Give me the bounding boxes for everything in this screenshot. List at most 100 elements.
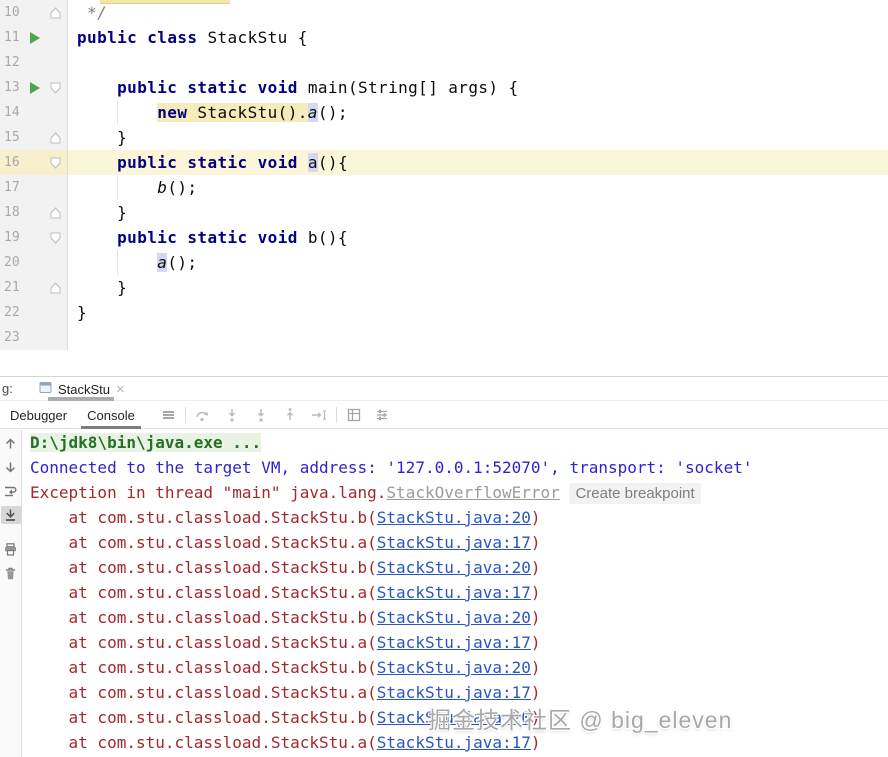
editor-gutter[interactable]: 20 <box>0 250 68 275</box>
editor-gutter[interactable]: 18 <box>0 200 68 225</box>
tool-window-label: g: <box>2 381 13 396</box>
fold-up-icon[interactable] <box>50 206 61 219</box>
error-text: ) <box>530 733 541 752</box>
step-into-icon[interactable] <box>223 406 241 424</box>
step-out-icon[interactable] <box>281 406 299 424</box>
fold-up-icon[interactable] <box>50 6 61 19</box>
menu-icon[interactable] <box>159 406 177 424</box>
editor-gutter[interactable]: 23 <box>0 325 68 350</box>
editor-gutter[interactable]: 17 <box>0 175 68 200</box>
layout-settings-icon[interactable] <box>373 406 391 424</box>
file-line-link[interactable]: StackStu.java:17 <box>377 533 531 552</box>
fold-down-icon[interactable] <box>50 82 61 94</box>
code-text[interactable] <box>68 325 888 350</box>
code-text[interactable]: } <box>68 200 888 225</box>
highlight-fragment <box>100 0 230 4</box>
code-text[interactable]: public static void a(){ <box>68 150 888 175</box>
close-icon[interactable]: × <box>116 382 125 397</box>
code-token: } <box>77 303 88 322</box>
code-line: 11 public class StackStu { <box>0 25 888 50</box>
code-text[interactable]: public static void main(String[] args) { <box>68 75 888 100</box>
line-number: 11 <box>4 30 20 45</box>
run-button[interactable] <box>30 81 40 94</box>
fold-down-icon[interactable] <box>50 157 61 169</box>
watermark: 掘金技术社区 @ big_eleven <box>428 707 733 733</box>
code-text[interactable]: new StackStu().a(); <box>68 100 888 125</box>
code-token: class <box>147 28 198 47</box>
code-text[interactable] <box>68 50 888 75</box>
code-text[interactable]: public static void b(){ <box>68 225 888 250</box>
editor-gutter[interactable]: 12 <box>0 50 68 75</box>
code-token: public <box>117 228 178 247</box>
line-number: 19 <box>4 230 20 245</box>
file-line-link[interactable]: StackStu.java:17 <box>377 633 531 652</box>
code-text[interactable]: public class StackStu { <box>68 25 888 50</box>
force-step-into-icon[interactable] <box>252 406 270 424</box>
console-line: at com.stu.classload.StackStu.a(StackStu… <box>30 580 888 605</box>
error-text: ) <box>530 508 541 527</box>
soft-wrap-icon[interactable] <box>1 482 21 500</box>
code-text[interactable]: } <box>68 275 888 300</box>
file-line-link[interactable]: StackStu.java:20 <box>377 658 531 677</box>
create-breakpoint-hint[interactable]: Create breakpoint <box>569 483 701 504</box>
file-line-link[interactable]: StackStu.java:20 <box>377 608 531 627</box>
line-number: 14 <box>4 105 20 120</box>
editor-gutter[interactable]: 10 <box>0 0 68 25</box>
editor-gutter[interactable]: 15 <box>0 125 68 150</box>
exception-class-link[interactable]: StackOverflowError <box>386 483 559 502</box>
error-text: at com.stu.classload.StackStu.a( <box>30 733 377 752</box>
code-token: b(){ <box>297 228 348 247</box>
fold-down-icon[interactable] <box>50 232 61 244</box>
clear-all-icon[interactable] <box>1 564 21 582</box>
editor-lines: 10 */ 11 public class StackStu {12 13 publi… <box>0 0 888 350</box>
console-line: at com.stu.classload.StackStu.b(StackStu… <box>30 555 888 580</box>
code-text[interactable]: } <box>68 300 888 325</box>
editor-gutter[interactable]: 19 <box>0 225 68 250</box>
error-text: ) <box>530 683 541 702</box>
editor-gutter[interactable]: 14 <box>0 100 68 125</box>
fold-up-icon[interactable] <box>50 281 61 294</box>
command-line-text: D:\jdk8\bin\java.exe ... <box>30 433 262 452</box>
line-number: 23 <box>4 330 20 345</box>
file-line-link[interactable]: StackStu.java:20 <box>377 508 531 527</box>
file-line-link[interactable]: StackStu.java:20 <box>377 558 531 577</box>
error-text: ) <box>530 533 541 552</box>
error-text: at com.stu.classload.StackStu.b( <box>30 558 377 577</box>
tab-console[interactable]: Console <box>77 402 145 429</box>
file-line-link[interactable]: StackStu.java:17 <box>377 683 531 702</box>
console-line: at com.stu.classload.StackStu.b(StackStu… <box>30 655 888 680</box>
code-text[interactable]: a(); <box>68 250 888 275</box>
editor-gutter[interactable]: 13 <box>0 75 68 100</box>
code-token: void <box>257 153 298 172</box>
code-line: 22} <box>0 300 888 325</box>
tab-debugger[interactable]: Debugger <box>0 402 77 429</box>
code-token: void <box>257 228 298 247</box>
run-to-cursor-icon[interactable] <box>310 406 328 424</box>
error-text: at com.stu.classload.StackStu.a( <box>30 683 377 702</box>
toolbar-tabs: Debugger Console <box>0 402 145 429</box>
console-line: at com.stu.classload.StackStu.b(StackStu… <box>30 505 888 530</box>
view-breakpoints-icon[interactable] <box>345 406 363 424</box>
step-over-icon[interactable] <box>194 406 212 424</box>
fold-up-icon[interactable] <box>50 131 61 144</box>
editor-gutter[interactable]: 21 <box>0 275 68 300</box>
file-line-link[interactable]: StackStu.java:17 <box>377 583 531 602</box>
scroll-down-icon[interactable] <box>1 458 21 476</box>
scroll-up-icon[interactable] <box>1 434 21 452</box>
code-editor[interactable]: 10 */ 11 public class StackStu {12 13 publi… <box>0 0 888 377</box>
file-line-link[interactable]: StackStu.java:17 <box>377 733 531 752</box>
code-line: 14 new StackStu().a(); <box>0 100 888 125</box>
code-line: 20 a(); <box>0 250 888 275</box>
toolbar-separator <box>184 407 186 423</box>
code-text[interactable]: b(); <box>68 175 888 200</box>
editor-gutter[interactable]: 16 <box>0 150 68 175</box>
print-icon[interactable] <box>1 540 21 558</box>
code-line: 16 public static void a(){ <box>0 150 888 175</box>
scroll-to-end-icon[interactable] <box>0 506 21 524</box>
editor-gutter[interactable]: 11 <box>0 25 68 50</box>
code-text[interactable]: } <box>68 125 888 150</box>
run-button[interactable] <box>30 31 40 44</box>
editor-gutter[interactable]: 22 <box>0 300 68 325</box>
